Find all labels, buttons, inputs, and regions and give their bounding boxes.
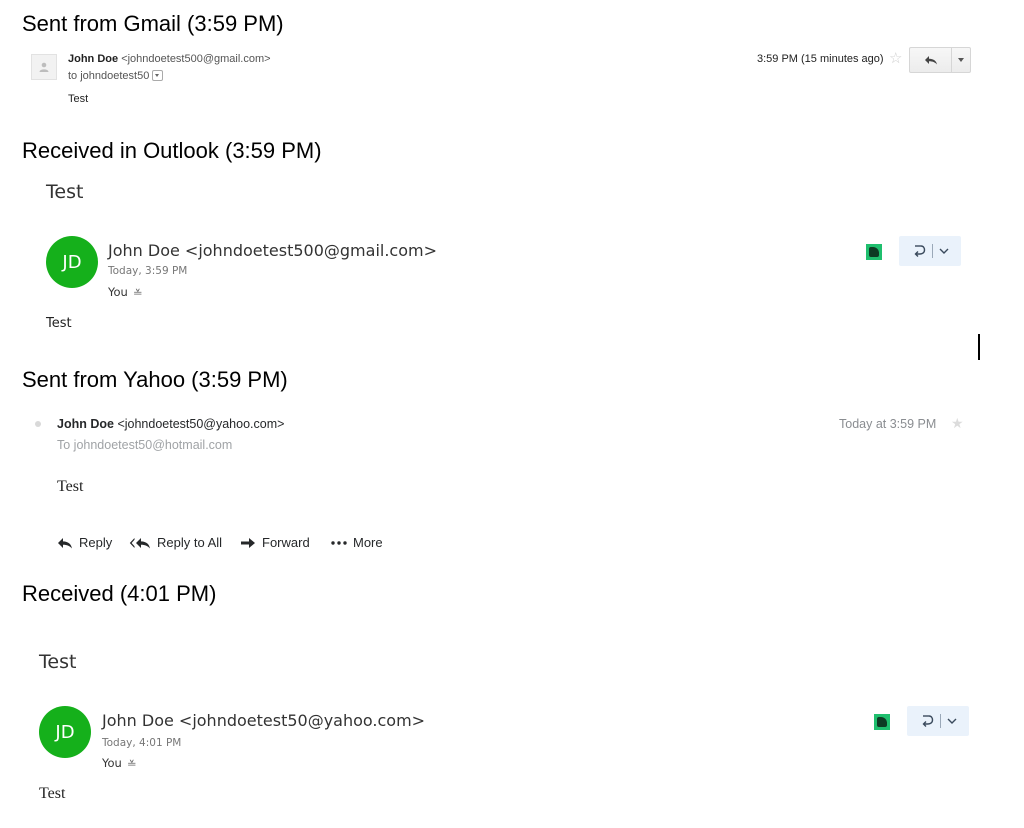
chevron-down-icon[interactable] xyxy=(947,718,957,724)
forward-icon xyxy=(241,537,255,548)
recipient-label: You xyxy=(102,756,122,770)
more-options-button[interactable] xyxy=(952,48,970,72)
outlook-message-body: Test xyxy=(46,316,72,331)
more-button[interactable]: More xyxy=(331,535,383,550)
dropdown-icon[interactable] xyxy=(152,69,164,81)
yahoo-sender-email: <johndoetest50@yahoo.com> xyxy=(117,417,285,431)
gmail-sender-email: <johndoetest500@gmail.com> xyxy=(121,53,271,65)
reply-all-label: Reply to All xyxy=(157,535,223,550)
reply-icon[interactable] xyxy=(912,244,926,258)
yahoo-timestamp: Today at 3:59 PM xyxy=(839,417,937,431)
reply-all-button[interactable]: Reply to All xyxy=(129,535,222,550)
received-section-heading: Received (4:01 PM) xyxy=(22,581,217,606)
gmail-section-heading: Sent from Gmail (3:59 PM) xyxy=(22,11,284,36)
more-label: More xyxy=(353,535,383,550)
outlook-sender[interactable]: John Doe <johndoetest500@gmail.com> xyxy=(108,241,437,260)
outlook-reply-group xyxy=(899,236,961,266)
gmail-sender-name: John Doe xyxy=(68,53,119,65)
received-sender[interactable]: John Doe <johndoetest50@yahoo.com> xyxy=(102,711,425,730)
avatar-placeholder-icon xyxy=(31,54,57,80)
text-cursor xyxy=(978,334,980,360)
reply-label: Reply xyxy=(79,535,113,550)
received-message-body: Test xyxy=(39,785,66,802)
received-reply-group xyxy=(907,706,969,736)
outlook-date: Today, 3:59 PM xyxy=(108,265,188,277)
outlook-recipient[interactable]: You ≚ xyxy=(108,285,143,299)
reply-icon[interactable] xyxy=(920,714,934,728)
gmail-reply-button-group xyxy=(909,47,971,73)
add-in-icon[interactable] xyxy=(874,714,890,730)
divider xyxy=(931,244,933,258)
received-date: Today, 4:01 PM xyxy=(102,737,182,749)
received-recipient[interactable]: You ≚ xyxy=(102,756,137,770)
yahoo-section-heading: Sent from Yahoo (3:59 PM) xyxy=(22,367,288,392)
outlook-subject: Test xyxy=(46,181,84,203)
status-dot-icon xyxy=(35,421,41,427)
yahoo-message-body: Test xyxy=(57,478,84,495)
more-options-icon xyxy=(958,58,964,62)
gmail-sender[interactable]: John Doe <johndoetest500@gmail.com> xyxy=(68,53,271,65)
avatar: JD xyxy=(39,706,91,758)
gmail-recipient-line: to johndoetest50 xyxy=(68,69,164,82)
yahoo-sender-name: John Doe xyxy=(57,417,114,431)
recipient-label: You xyxy=(108,285,128,299)
outlook-section-heading: Received in Outlook (3:59 PM) xyxy=(22,138,322,163)
add-in-icon[interactable] xyxy=(866,244,882,260)
received-subject: Test xyxy=(39,651,77,673)
more-icon xyxy=(331,540,347,545)
expand-recipients-icon[interactable]: ≚ xyxy=(133,289,143,299)
reply-button[interactable]: Reply xyxy=(57,535,112,550)
reply-all-icon xyxy=(129,537,150,548)
yahoo-sender[interactable]: John Doe <johndoetest50@yahoo.com> xyxy=(57,417,284,431)
reply-icon xyxy=(58,537,72,548)
gmail-message-body: Test xyxy=(68,93,89,105)
divider xyxy=(939,714,941,728)
star-icon[interactable]: ☆ xyxy=(889,51,902,66)
chevron-down-icon[interactable] xyxy=(939,248,949,254)
yahoo-recipient-line: To johndoetest50@hotmail.com xyxy=(57,438,233,452)
gmail-to-text: to johndoetest50 xyxy=(68,70,150,82)
gmail-timestamp: 3:59 PM (15 minutes ago) xyxy=(757,53,884,65)
reply-icon xyxy=(924,56,937,65)
reply-button[interactable] xyxy=(910,48,952,72)
forward-label: Forward xyxy=(262,535,310,550)
expand-recipients-icon[interactable]: ≚ xyxy=(127,760,137,770)
avatar: JD xyxy=(46,236,98,288)
star-icon[interactable]: ★ xyxy=(951,416,964,430)
forward-button[interactable]: Forward xyxy=(240,535,310,550)
